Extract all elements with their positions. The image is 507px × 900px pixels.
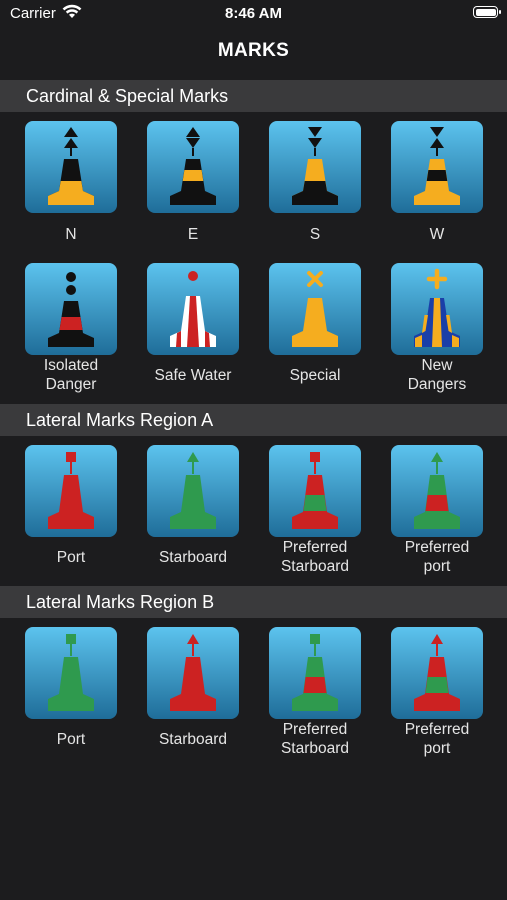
section-header-cardinal: Cardinal & Special Marks: [0, 80, 507, 112]
mark-label: Preferred port: [404, 539, 470, 575]
mark-label: Port: [56, 549, 86, 566]
south-cardinal-icon[interactable]: [269, 121, 361, 213]
mark-tile-preferred-port-b[interactable]: Preferred port: [391, 627, 483, 757]
status-time: 8:46 AM: [225, 5, 282, 22]
mark-label: E: [187, 226, 199, 243]
mark-tile-safe-water[interactable]: Safe Water: [147, 263, 239, 384]
preferred-port-icon[interactable]: [391, 627, 483, 719]
mark-tile-port-b[interactable]: Port: [25, 627, 117, 748]
mark-tile-preferred-starboard-b[interactable]: Preferred Starboard: [269, 627, 361, 757]
mark-label: New Dangers: [407, 357, 467, 393]
mark-label: Starboard: [158, 731, 228, 748]
mark-tile-north[interactable]: N: [25, 121, 117, 243]
preferred-port-icon[interactable]: [391, 445, 483, 537]
mark-tile-east[interactable]: E: [147, 121, 239, 243]
status-bar: Carrier 8:46 AM: [0, 0, 507, 28]
section-header-region-a: Lateral Marks Region A: [0, 404, 507, 436]
mark-label: Isolated Danger: [43, 357, 99, 393]
mark-label: Starboard: [158, 549, 228, 566]
west-cardinal-icon[interactable]: [391, 121, 483, 213]
mark-label: Special: [289, 367, 341, 384]
battery-icon: [473, 6, 501, 18]
preferred-starboard-icon[interactable]: [269, 445, 361, 537]
north-cardinal-icon[interactable]: [25, 121, 117, 213]
mark-tile-isolated-danger[interactable]: Isolated Danger: [25, 263, 117, 393]
section-header-region-b: Lateral Marks Region B: [0, 586, 507, 618]
starboard-mark-icon[interactable]: [147, 627, 239, 719]
mark-label: Preferred port: [404, 721, 470, 757]
mark-tile-west[interactable]: W: [391, 121, 483, 243]
mark-tile-special[interactable]: Special: [269, 263, 361, 384]
safe-water-icon[interactable]: [147, 263, 239, 355]
mark-tile-south[interactable]: S: [269, 121, 361, 243]
mark-label: Port: [56, 731, 86, 748]
mark-label: Preferred Starboard: [280, 539, 350, 575]
east-cardinal-icon[interactable]: [147, 121, 239, 213]
mark-label: N: [65, 226, 77, 243]
mark-tile-starboard-a[interactable]: Starboard: [147, 445, 239, 566]
new-danger-icon[interactable]: [391, 263, 483, 355]
page-title: MARKS: [217, 40, 290, 61]
mark-label: Preferred Starboard: [280, 721, 350, 757]
mark-label: W: [429, 226, 445, 243]
isolated-danger-icon[interactable]: [25, 263, 117, 355]
mark-label: Safe Water: [154, 367, 232, 384]
mark-label: S: [309, 226, 321, 243]
mark-tile-preferred-starboard-a[interactable]: Preferred Starboard: [269, 445, 361, 575]
mark-tile-new-dangers[interactable]: New Dangers: [391, 263, 483, 393]
port-mark-icon[interactable]: [25, 627, 117, 719]
mark-tile-port-a[interactable]: Port: [25, 445, 117, 566]
preferred-starboard-icon[interactable]: [269, 627, 361, 719]
mark-tile-starboard-b[interactable]: Starboard: [147, 627, 239, 748]
starboard-mark-icon[interactable]: [147, 445, 239, 537]
special-mark-icon[interactable]: [269, 263, 361, 355]
mark-tile-preferred-port-a[interactable]: Preferred port: [391, 445, 483, 575]
port-mark-icon[interactable]: [25, 445, 117, 537]
